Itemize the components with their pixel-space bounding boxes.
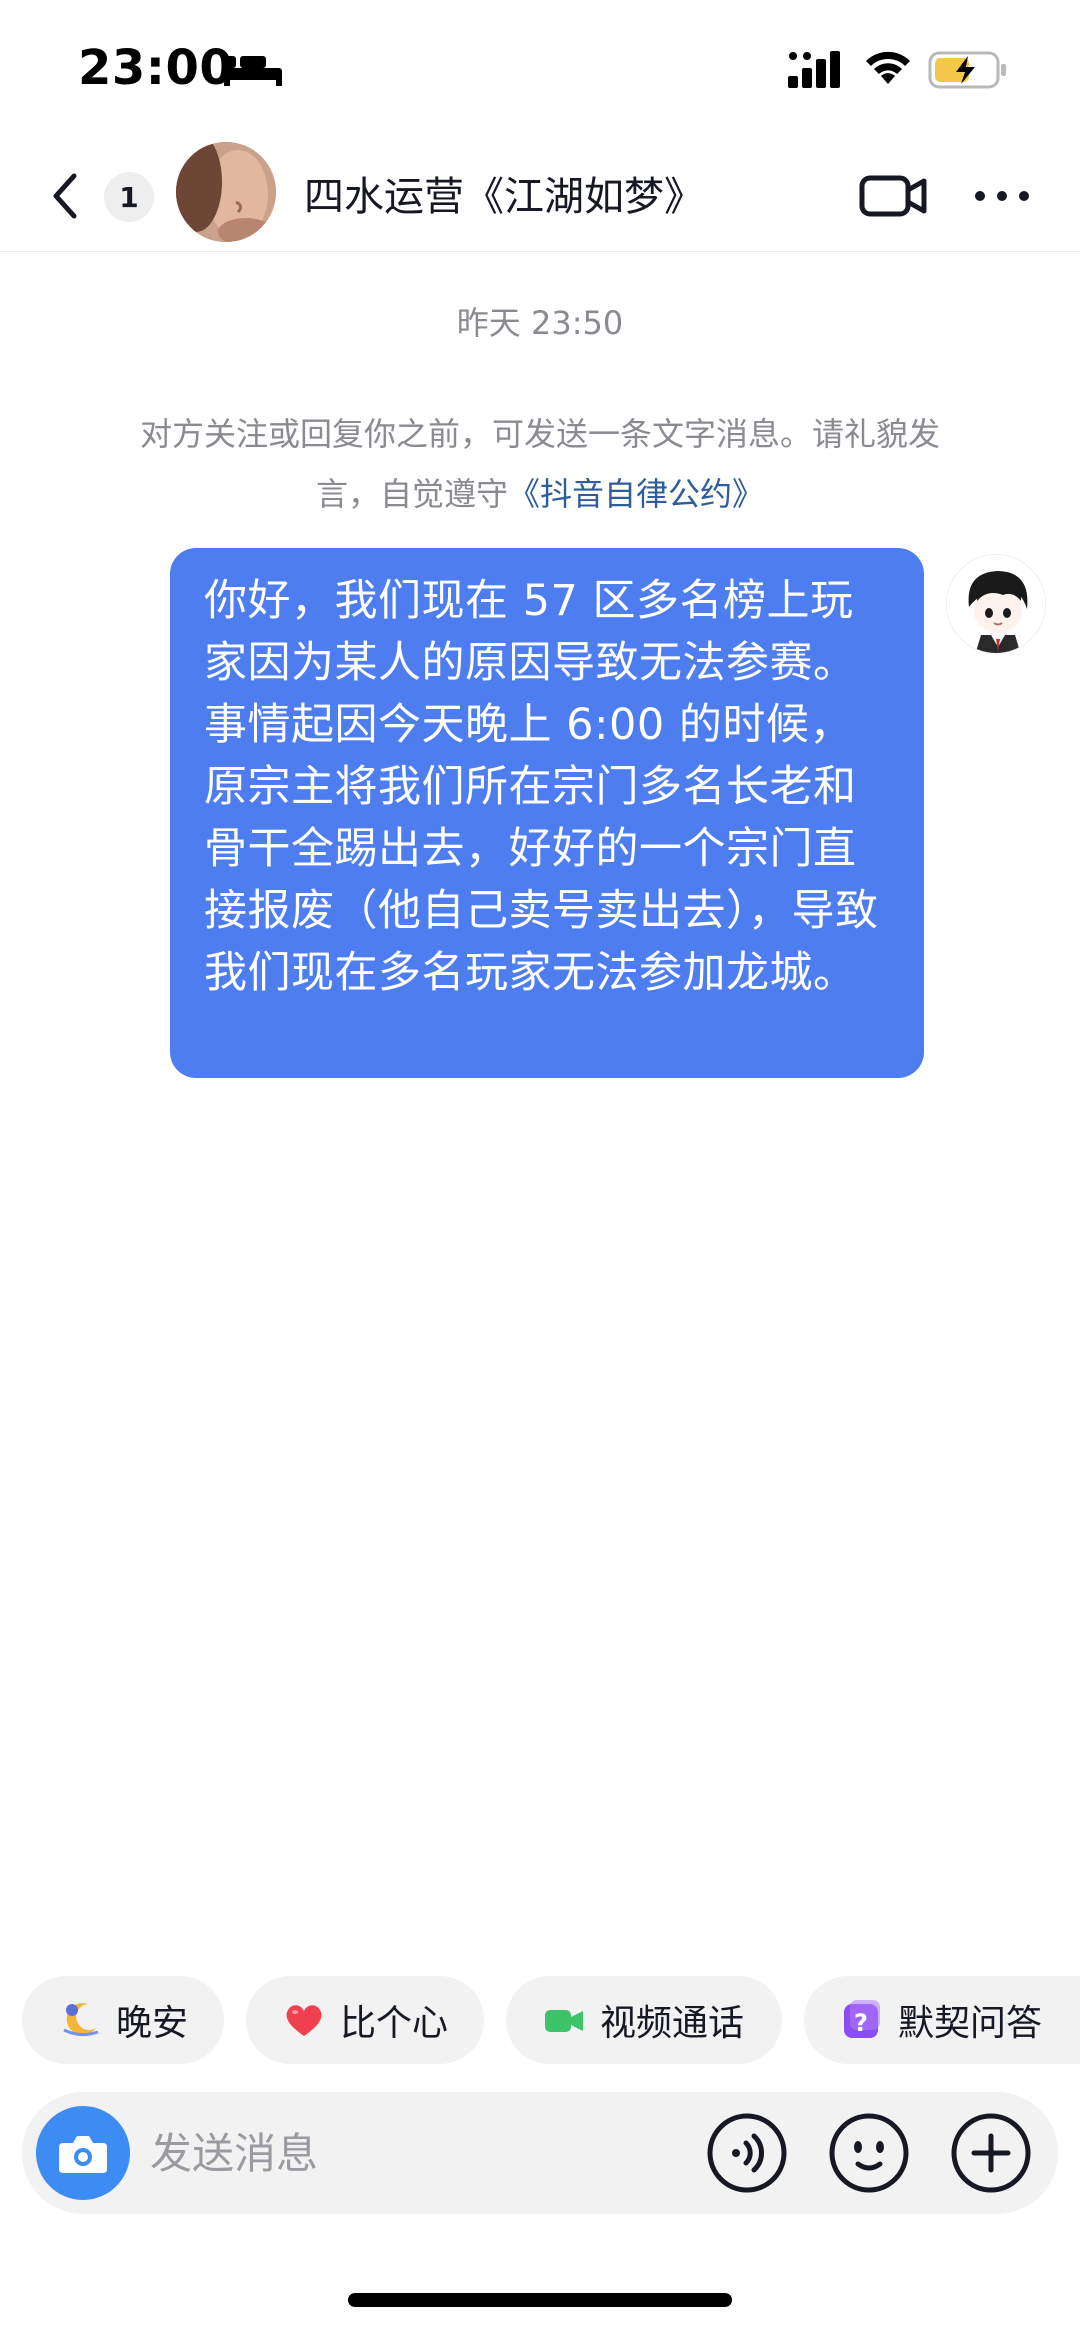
signal-icon [788,51,840,88]
more-options-button[interactable] [970,168,1034,224]
video-call-button[interactable] [858,168,928,224]
contact-avatar-image [176,142,276,242]
contact-avatar[interactable] [176,142,276,242]
chat-screen: 23:00 1 四水运营《江湖如梦》 昨天 23:50 对方关注或回复你之前，可… [0,0,1080,2337]
quick-reply-label: 比个心 [340,2003,449,2044]
quick-reply-video-call[interactable]: 视频通话 [506,1976,782,2064]
bed-icon [224,56,282,86]
question-icon: ? [844,2000,880,2038]
quick-reply-label: 晚安 [116,2003,189,2044]
messaging-notice: 对方关注或回复你之前，可发送一条文字消息。请礼貌发言，自觉遵守《抖音自律公约》 [130,404,950,524]
more-features-button[interactable] [950,2112,1032,2194]
svg-text:?: ? [854,2009,868,2037]
voice-input-button[interactable] [706,2112,788,2194]
camera-button[interactable] [36,2106,130,2200]
status-bar: 23:00 [0,0,1080,140]
camera-icon [59,2136,107,2173]
message-input-bar [22,2092,1058,2214]
chat-header: 1 四水运营《江湖如梦》 [0,140,1080,252]
quick-reply-label: 默契问答 [898,2003,1043,2044]
contact-name[interactable]: 四水运营《江湖如梦》 [304,164,704,222]
emoji-button[interactable] [828,2112,910,2194]
quick-reply-good-night[interactable]: 晚安 [22,1976,224,2064]
message-input[interactable] [150,2122,690,2184]
my-avatar-image [947,555,1045,653]
back-button[interactable] [40,164,90,228]
quick-reply-heart[interactable]: 比个心 [246,1976,484,2064]
message-timestamp: 昨天 23:50 [456,304,624,342]
video-camera-icon [545,2010,583,2032]
battery-icon [928,51,1006,89]
sent-message-bubble[interactable]: 你好，我们现在 57 区多名榜上玩家因为某人的原因导致无法参赛。事情起因今天晚上… [170,548,924,1078]
quick-reply-quiz[interactable]: ? 默契问答 [804,1976,1080,2064]
my-avatar[interactable] [946,554,1046,654]
quick-replies: 晚安 比个心 视频通话 ? 默契问答 [0,1976,1080,2066]
home-indicator[interactable] [348,2293,732,2307]
quick-reply-label: 视频通话 [600,2003,745,2044]
moon-icon [63,2003,99,2037]
self-discipline-convention-link[interactable]: 《抖音自律公约》 [508,475,764,513]
wifi-icon [866,51,910,84]
heart-icon [286,2005,322,2036]
unread-badge: 1 [104,172,154,222]
status-time: 23:00 [78,40,234,96]
